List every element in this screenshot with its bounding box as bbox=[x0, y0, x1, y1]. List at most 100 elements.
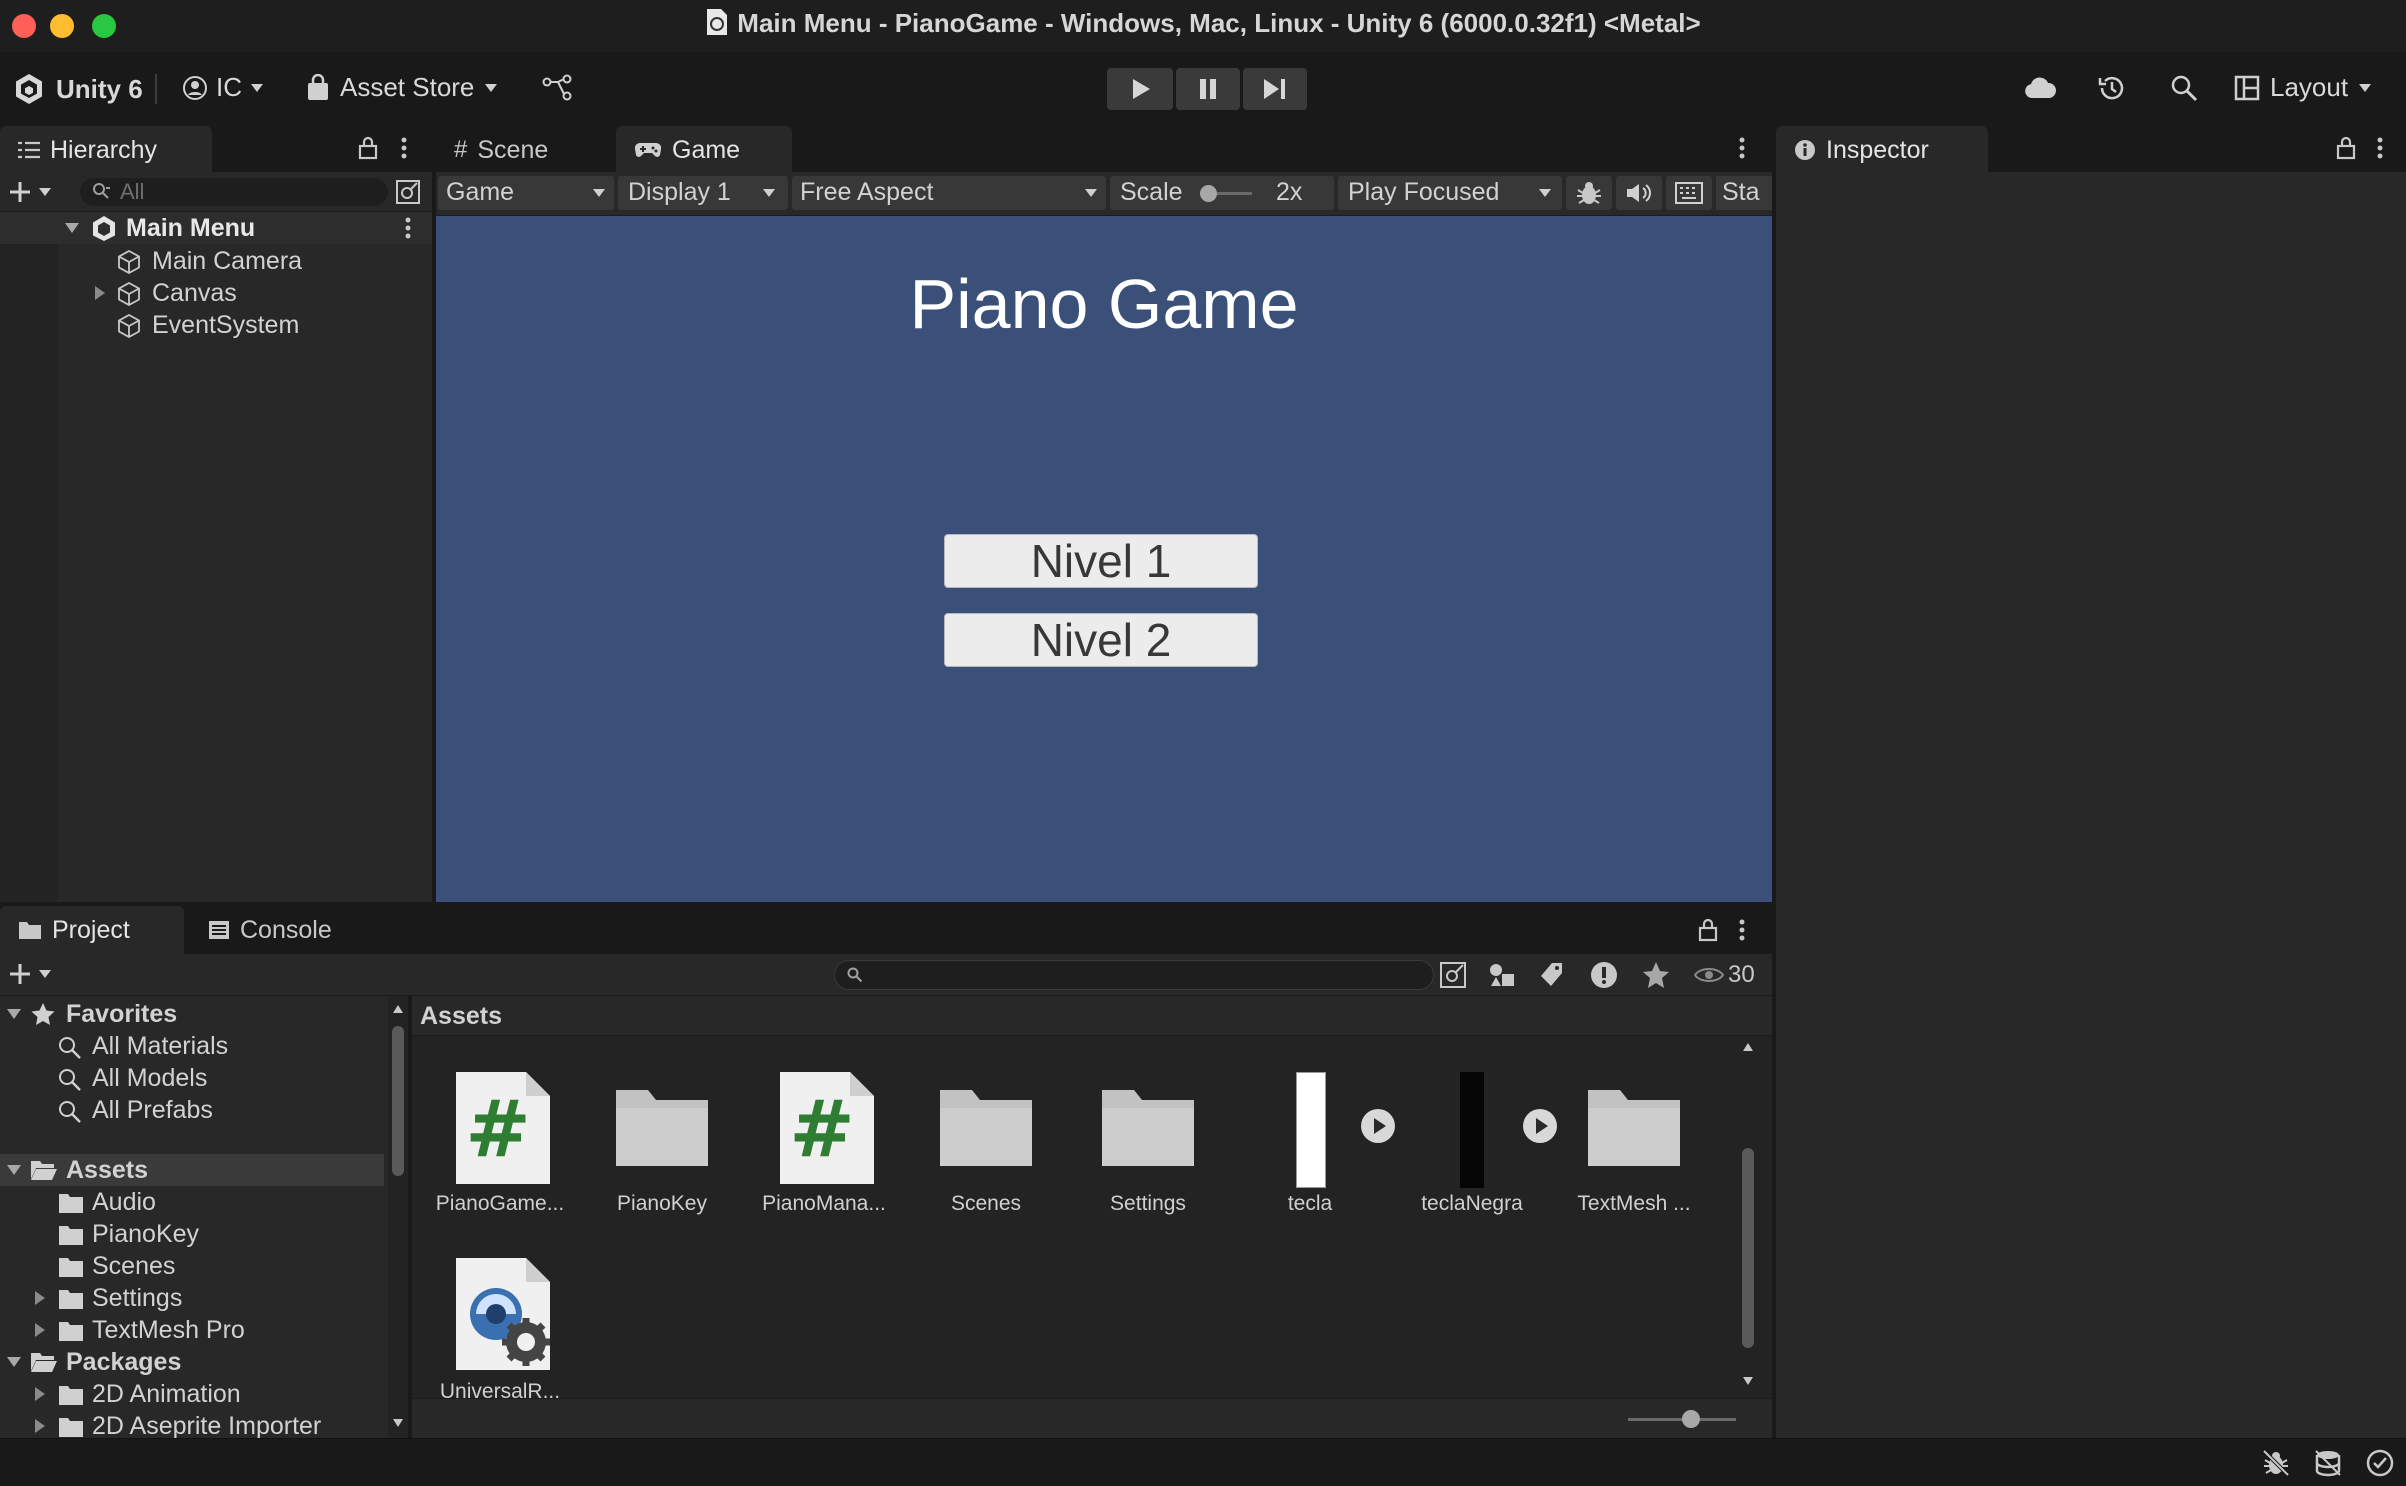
expand-arrow-icon[interactable] bbox=[34, 1386, 46, 1402]
tree-favorites[interactable]: Favorites bbox=[0, 998, 390, 1030]
cache-server-icon[interactable] bbox=[2314, 1449, 2342, 1477]
expand-arrow-icon[interactable] bbox=[34, 1322, 46, 1338]
aspect-dropdown[interactable]: Free Aspect bbox=[792, 176, 1106, 210]
tree-assets[interactable]: Assets bbox=[0, 1154, 384, 1186]
tree-item[interactable]: PianoKey bbox=[0, 1218, 390, 1250]
asset-store-dropdown[interactable]: Asset Store bbox=[306, 72, 498, 103]
asset-tile[interactable]: # PianoGame... bbox=[420, 1072, 580, 1222]
hierarchy-item[interactable]: Main Camera bbox=[0, 245, 432, 277]
scroll-down-icon[interactable] bbox=[1742, 1376, 1754, 1386]
more-options-icon[interactable] bbox=[2376, 136, 2384, 160]
scrollbar-thumb[interactable] bbox=[392, 1026, 404, 1176]
cloud-icon[interactable] bbox=[2024, 76, 2056, 100]
search-icon[interactable] bbox=[2170, 74, 2198, 102]
tab-console[interactable]: Console bbox=[190, 906, 350, 954]
asset-tile[interactable]: Scenes bbox=[906, 1072, 1066, 1222]
display-dropdown[interactable]: Display 1 bbox=[618, 176, 788, 210]
filter-by-label-icon[interactable] bbox=[1540, 962, 1564, 988]
tab-project[interactable]: Project bbox=[0, 906, 184, 954]
visible-count-toggle[interactable]: 30 bbox=[1694, 961, 1755, 989]
tree-item[interactable]: Audio bbox=[0, 1186, 390, 1218]
tree-item[interactable]: TextMesh Pro bbox=[0, 1314, 390, 1346]
tab-hierarchy-label: Hierarchy bbox=[50, 135, 157, 164]
play-mode-dropdown[interactable]: Play Focused bbox=[1338, 176, 1562, 210]
asset-tile[interactable]: Settings bbox=[1068, 1072, 1228, 1222]
project-search-input[interactable] bbox=[834, 960, 1434, 990]
shortcuts-button[interactable] bbox=[1666, 176, 1712, 210]
lock-icon[interactable] bbox=[2336, 136, 2356, 160]
scene-search-toggle-icon[interactable] bbox=[396, 180, 420, 204]
filter-by-type-icon[interactable] bbox=[1488, 962, 1516, 988]
asset-tile[interactable]: PianoKey bbox=[582, 1072, 742, 1222]
icon-size-slider-thumb[interactable] bbox=[1682, 1410, 1700, 1428]
pause-button[interactable] bbox=[1176, 68, 1240, 110]
game-viewport[interactable]: Piano Game Nivel 1 Nivel 2 bbox=[436, 216, 1772, 902]
star-favorite-icon[interactable] bbox=[1642, 961, 1670, 989]
tree-packages[interactable]: Packages bbox=[0, 1346, 390, 1378]
tab-inspector[interactable]: Inspector bbox=[1776, 126, 1988, 174]
breadcrumb[interactable]: Assets bbox=[420, 1002, 502, 1031]
account-dropdown[interactable]: IC bbox=[182, 72, 264, 103]
expand-arrow-icon[interactable] bbox=[6, 1356, 22, 1368]
lock-icon[interactable] bbox=[1698, 918, 1718, 942]
expand-arrow-icon[interactable] bbox=[94, 285, 106, 301]
search-in-scene-icon[interactable] bbox=[1440, 962, 1466, 988]
step-button[interactable] bbox=[1243, 68, 1307, 110]
asset-tile[interactable]: TextMesh ... bbox=[1554, 1072, 1714, 1222]
hierarchy-item[interactable]: EventSystem bbox=[0, 309, 432, 341]
tree-item[interactable]: All Models bbox=[0, 1062, 390, 1094]
scale-control[interactable]: Scale 2x bbox=[1110, 176, 1334, 210]
tree-item[interactable]: 2D Animation bbox=[0, 1378, 390, 1410]
debug-bug-button[interactable] bbox=[1566, 176, 1612, 210]
asset-tile[interactable]: teclaNegra bbox=[1392, 1072, 1557, 1222]
scroll-up-icon[interactable] bbox=[1742, 1042, 1754, 1052]
create-dropdown[interactable] bbox=[8, 180, 52, 204]
expand-arrow-icon[interactable] bbox=[64, 222, 80, 234]
scroll-up-icon[interactable] bbox=[392, 1004, 404, 1014]
tab-hierarchy[interactable]: Hierarchy bbox=[0, 126, 212, 174]
expand-arrow-icon[interactable] bbox=[6, 1008, 22, 1020]
asset-tile[interactable]: tecla bbox=[1230, 1072, 1395, 1222]
more-options-icon[interactable] bbox=[400, 136, 408, 160]
asset-tile[interactable]: # PianoMana... bbox=[744, 1072, 904, 1222]
tree-item[interactable]: Settings bbox=[0, 1282, 390, 1314]
scroll-down-icon[interactable] bbox=[392, 1418, 404, 1428]
version-control-button[interactable] bbox=[542, 74, 572, 102]
tab-scene[interactable]: # Scene bbox=[436, 126, 566, 174]
more-options-icon[interactable] bbox=[1738, 918, 1746, 942]
history-icon[interactable] bbox=[2098, 74, 2126, 102]
game-mode-dropdown[interactable]: Game bbox=[438, 176, 614, 210]
tree-item[interactable]: Scenes bbox=[0, 1250, 390, 1282]
play-preview-icon[interactable] bbox=[1522, 1108, 1558, 1144]
tree-scrollbar[interactable] bbox=[388, 996, 408, 1438]
level-1-button[interactable]: Nivel 1 bbox=[944, 534, 1258, 588]
unity-version-button[interactable]: Unity 6 bbox=[12, 72, 143, 106]
stats-button[interactable]: Sta bbox=[1716, 176, 1772, 210]
create-dropdown[interactable] bbox=[8, 962, 52, 986]
layout-dropdown[interactable]: Layout bbox=[2234, 72, 2372, 103]
expand-arrow-icon[interactable] bbox=[34, 1418, 46, 1434]
level-2-button[interactable]: Nivel 2 bbox=[944, 613, 1258, 667]
expand-arrow-icon[interactable] bbox=[34, 1290, 46, 1306]
lock-icon[interactable] bbox=[358, 136, 378, 160]
more-options-icon[interactable] bbox=[1738, 136, 1746, 160]
more-options-icon[interactable] bbox=[404, 216, 412, 240]
expand-arrow-icon[interactable] bbox=[6, 1164, 22, 1176]
play-preview-icon[interactable] bbox=[1360, 1108, 1396, 1144]
play-button[interactable] bbox=[1107, 68, 1173, 110]
asset-tile[interactable]: UniversalR... bbox=[420, 1258, 580, 1398]
scrollbar-thumb[interactable] bbox=[1742, 1148, 1754, 1348]
hierarchy-item[interactable]: Canvas bbox=[0, 277, 432, 309]
assets-scrollbar[interactable] bbox=[1736, 1038, 1760, 1400]
warning-filter-icon[interactable] bbox=[1590, 961, 1618, 989]
tree-item[interactable]: 2D Aseprite Importer bbox=[0, 1410, 390, 1438]
hierarchy-search-input[interactable]: All bbox=[80, 178, 388, 206]
tree-item[interactable]: All Prefabs bbox=[0, 1094, 390, 1126]
tab-game[interactable]: Game bbox=[616, 126, 792, 174]
check-circle-icon[interactable] bbox=[2366, 1449, 2394, 1477]
scale-slider-thumb[interactable] bbox=[1200, 185, 1217, 202]
hierarchy-scene-row[interactable]: Main Menu bbox=[0, 212, 432, 244]
mute-audio-button[interactable] bbox=[1616, 176, 1662, 210]
debug-off-icon[interactable] bbox=[2262, 1449, 2290, 1477]
tree-item[interactable]: All Materials bbox=[0, 1030, 390, 1062]
